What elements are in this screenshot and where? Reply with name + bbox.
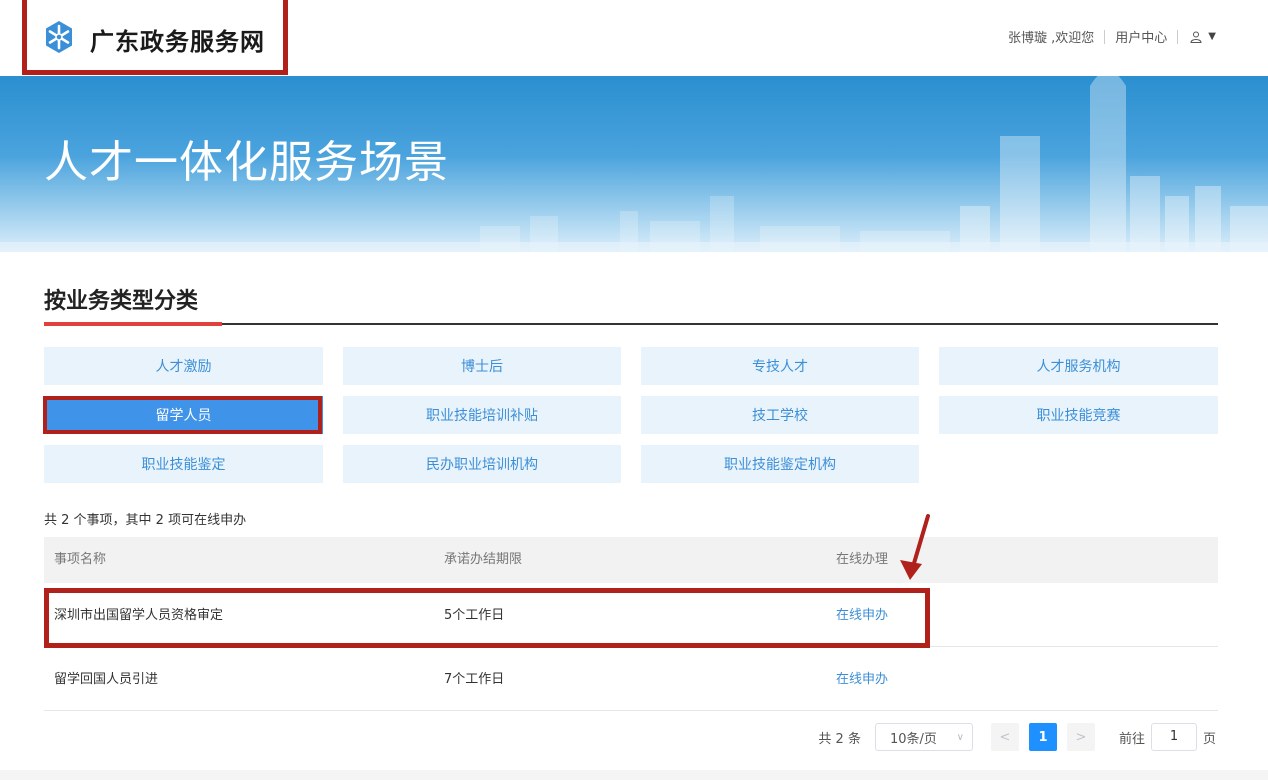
page-number-button[interactable]: 1 <box>1028 723 1057 751</box>
user-greeting: 张博璇 ,欢迎您 <box>1008 31 1095 46</box>
chevron-down-icon: ∨ <box>956 731 964 743</box>
table-row: 深圳市出国留学人员资格审定 5个工作日 在线申办 <box>44 584 1218 647</box>
category-button-private-training-org[interactable]: 民办职业培训机构 <box>343 445 621 483</box>
category-button-talent-agency[interactable]: 人才服务机构 <box>939 347 1218 385</box>
hero-banner: 人才一体化服务场景 <box>0 76 1268 252</box>
category-button-appraisal-org[interactable]: 职业技能鉴定机构 <box>641 445 919 483</box>
annotation-arrow-icon <box>900 514 930 580</box>
category-button-postdoc[interactable]: 博士后 <box>343 347 621 385</box>
column-header-name: 事项名称 <box>54 552 107 567</box>
logo-icon[interactable] <box>44 20 74 54</box>
goto-page-input[interactable]: 1 <box>1150 723 1197 751</box>
chevron-down-icon[interactable]: ▼ <box>1208 31 1216 42</box>
page-size-select[interactable]: 10条/页 ∨ <box>874 723 973 751</box>
pagination-total: 共 2 条 <box>818 731 861 747</box>
goto-page: 前往 1 页 <box>1119 723 1216 751</box>
column-header-online: 在线办理 <box>836 552 889 567</box>
apply-online-link[interactable]: 在线申办 <box>836 584 888 647</box>
user-center-link[interactable]: 用户中心 <box>1115 27 1167 46</box>
user-bar: 张博璇 ,欢迎您 用户中心 ▼ <box>1008 27 1216 46</box>
user-icon[interactable] <box>1190 31 1202 43</box>
divider <box>1104 29 1106 44</box>
site-header: 广东政务服务网 张博璇 ,欢迎您 用户中心 ▼ <box>0 0 1268 76</box>
footer-strip <box>0 770 1268 780</box>
goto-label: 前往 <box>1118 731 1145 747</box>
section-title: 按业务类型分类 <box>44 289 199 314</box>
column-header-deadline: 承诺办结期限 <box>444 552 523 567</box>
prev-page-button[interactable]: < <box>990 723 1019 751</box>
goto-suffix: 页 <box>1202 731 1216 747</box>
site-logo-text[interactable]: 广东政务服务网 <box>90 22 265 57</box>
category-button-skill-competition[interactable]: 职业技能竞赛 <box>939 396 1218 434</box>
section-divider-accent <box>44 322 222 326</box>
item-name: 深圳市出国留学人员资格审定 <box>54 608 224 623</box>
table-header: 事项名称 承诺办结期限 在线办理 <box>44 537 1218 583</box>
category-button-skill-training-subsidy[interactable]: 职业技能培训补贴 <box>343 396 621 434</box>
page-size-value: 10条/页 <box>889 731 937 747</box>
item-name: 留学回国人员引进 <box>54 672 159 687</box>
category-button-technical-school[interactable]: 技工学校 <box>641 396 919 434</box>
result-summary: 共 2 个事项，其中 2 项可在线申办 <box>44 513 247 528</box>
apply-online-link[interactable]: 在线申办 <box>836 648 888 711</box>
category-button-overseas-students[interactable]: 留学人员 <box>44 396 323 434</box>
pagination: 共 2 条 10条/页 ∨ < 1 > 前往 1 页 <box>818 723 1216 751</box>
divider <box>1177 29 1179 44</box>
item-deadline: 7个工作日 <box>444 672 505 687</box>
banner-title: 人才一体化服务场景 <box>44 137 449 188</box>
category-button-skill-appraisal[interactable]: 职业技能鉴定 <box>44 445 323 483</box>
item-deadline: 5个工作日 <box>444 608 505 623</box>
category-button-professional-talent[interactable]: 专技人才 <box>641 347 919 385</box>
category-button-talent-incentive[interactable]: 人才激励 <box>44 347 323 385</box>
next-page-button[interactable]: > <box>1066 723 1095 751</box>
table-row: 留学回国人员引进 7个工作日 在线申办 <box>44 648 1218 711</box>
